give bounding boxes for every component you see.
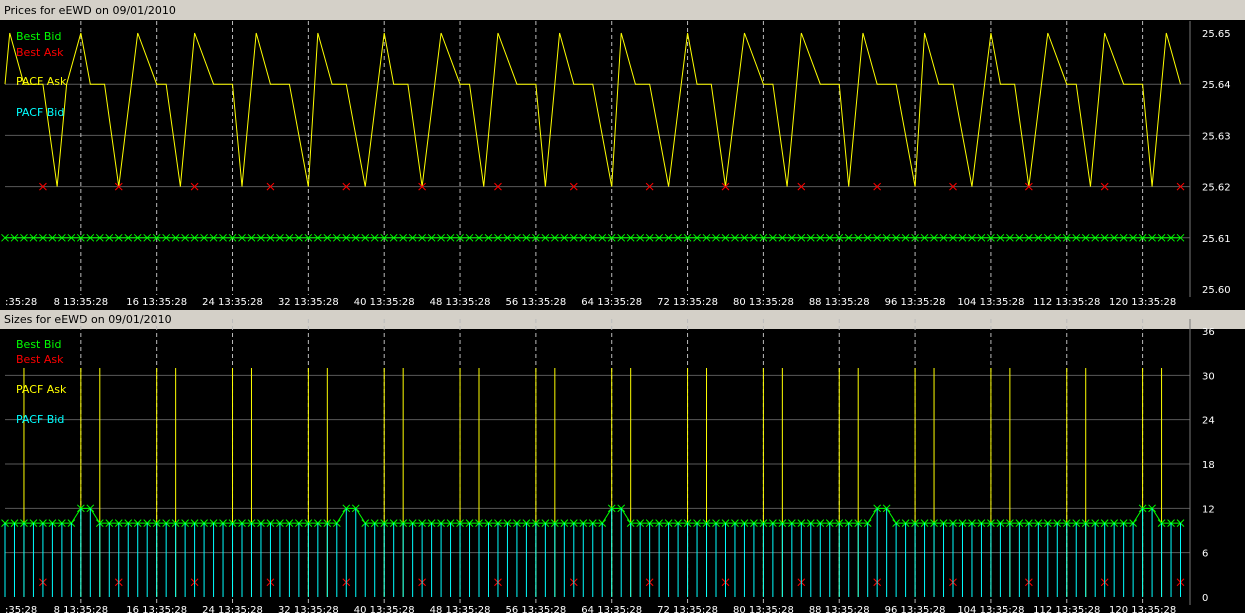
x-tick-label: 40 13:35:28	[354, 297, 415, 308]
y-tick-label: 18	[1202, 460, 1215, 471]
x-tick-label: 120 13:35:28	[1109, 605, 1176, 613]
y-tick-label: 25.65	[1202, 29, 1231, 40]
size-legend-best-bid: Best Bid	[16, 338, 61, 351]
x-tick-label: 112 13:35:28	[1033, 605, 1100, 613]
x-tick-label: 104 13:35:28	[957, 605, 1024, 613]
x-tick-label: 32 13:35:28	[278, 297, 339, 308]
y-tick-label: 25.64	[1202, 80, 1231, 91]
x-tick-label: 32 13:35:28	[278, 605, 339, 613]
size-title-bar	[0, 310, 1245, 329]
size-chart-title: Sizes for eEWD on 09/01/2010	[4, 313, 172, 326]
x-tick-label: 48 13:35:28	[430, 605, 491, 613]
x-tick-label: 56 13:35:28	[505, 605, 566, 613]
x-tick-label: 104 13:35:28	[957, 297, 1024, 308]
price-title-bar	[0, 0, 1245, 20]
y-tick-label: 25.60	[1202, 285, 1231, 296]
x-tick-label: 8 13:35:28	[54, 605, 108, 613]
y-tick-label: 6	[1202, 549, 1208, 560]
size-legend-pacf-bid: PACF Bid	[16, 413, 64, 426]
size-x-axis: :35:28 8 13:35:28 16 13:35:28 24 13:35:28 32…	[5, 605, 1176, 613]
y-tick-label: 24	[1202, 416, 1215, 427]
x-tick-label: 112 13:35:28	[1033, 297, 1100, 308]
price-legend-best-bid: Best Bid	[16, 30, 61, 43]
x-tick-label: 72 13:35:28	[657, 605, 718, 613]
chart-root: Prices for eEWD on 09/01/2010 25.65 25.64…	[0, 0, 1245, 613]
x-tick-label: 96 13:35:28	[885, 605, 946, 613]
x-tick-label: 64 13:35:28	[581, 605, 642, 613]
x-tick-label: 56 13:35:28	[505, 297, 566, 308]
y-tick-label: 36	[1202, 327, 1215, 338]
x-tick-label: 48 13:35:28	[430, 297, 491, 308]
x-tick-label: 120 13:35:28	[1109, 297, 1176, 308]
x-tick-label: 88 13:35:28	[809, 605, 870, 613]
x-tick-label: 72 13:35:28	[657, 297, 718, 308]
x-tick-label: 24 13:35:28	[202, 297, 263, 308]
y-tick-label: 25.63	[1202, 131, 1231, 142]
price-legend-pacf-bid: PACF Bid	[16, 106, 64, 119]
x-tick-label: 96 13:35:28	[885, 297, 946, 308]
price-x-axis: :35:28 8 13:35:28 16 13:35:28 24 13:35:28 32…	[5, 297, 1176, 308]
x-tick-label: 80 13:35:28	[733, 605, 794, 613]
price-legend-best-ask: Best Ask	[16, 46, 64, 59]
size-panel: Sizes for eEWD on 09/01/2010 36 30 24 18 12 6…	[0, 310, 1245, 613]
x-tick-label: :35:28	[5, 297, 37, 308]
price-chart-title: Prices for eEWD on 09/01/2010	[4, 4, 176, 17]
size-legend-best-ask: Best Ask	[16, 353, 64, 366]
x-tick-label: 16 13:35:28	[126, 297, 187, 308]
x-tick-label: 64 13:35:28	[581, 297, 642, 308]
price-legend-pacf-ask: PACF Ask	[16, 75, 67, 88]
x-tick-label: 40 13:35:28	[354, 605, 415, 613]
y-tick-label: 25.62	[1202, 183, 1231, 194]
x-tick-label: 16 13:35:28	[126, 605, 187, 613]
x-tick-label: 88 13:35:28	[809, 297, 870, 308]
x-tick-label: 24 13:35:28	[202, 605, 263, 613]
x-tick-label: 8 13:35:28	[54, 297, 108, 308]
price-plot-area	[5, 22, 1190, 289]
y-tick-label: 25.61	[1202, 234, 1231, 245]
size-legend-pacf-ask: PACF Ask	[16, 383, 67, 396]
price-panel: Prices for eEWD on 09/01/2010 25.65 25.64…	[0, 0, 1245, 310]
y-tick-label: 12	[1202, 504, 1215, 515]
x-tick-label: :35:28	[5, 605, 37, 613]
price-axis-bg	[1190, 20, 1245, 310]
y-tick-label: 0	[1202, 593, 1208, 604]
y-tick-label: 30	[1202, 371, 1215, 382]
x-tick-label: 80 13:35:28	[733, 297, 794, 308]
